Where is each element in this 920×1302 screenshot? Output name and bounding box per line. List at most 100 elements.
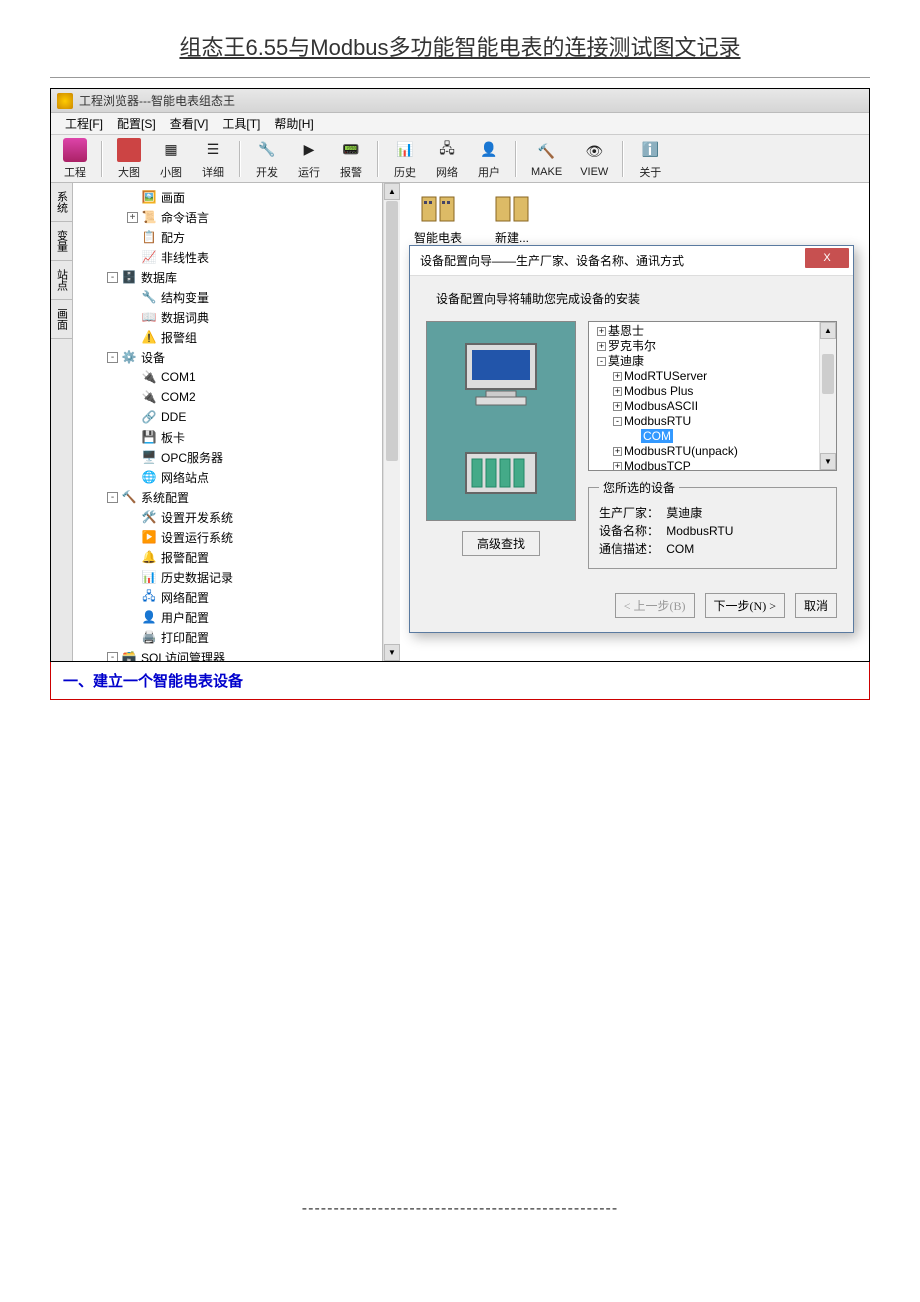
tree-item[interactable]: ⚠️报警组 — [73, 327, 382, 347]
tree-toggle-icon[interactable]: + — [613, 402, 622, 411]
tree-item[interactable]: 🖼️画面 — [73, 187, 382, 207]
vtab-system[interactable]: 系统 — [51, 183, 72, 222]
tree-item[interactable]: 🔌COM2 — [73, 387, 382, 407]
tree-item[interactable]: -⚙️设备 — [73, 347, 382, 367]
tree-label: 非线性表 — [161, 249, 209, 266]
scroll-up-icon[interactable]: ▲ — [384, 183, 400, 200]
tree-item[interactable]: 🖧网络配置 — [73, 587, 382, 607]
tree-item[interactable]: -🔨系统配置 — [73, 487, 382, 507]
tree-toggle-icon[interactable]: - — [597, 357, 606, 366]
scroll-thumb[interactable] — [822, 354, 834, 394]
device-tree-item[interactable]: +ModbusRTU(unpack) — [591, 444, 817, 459]
tree-node-icon: 🗃️ — [121, 649, 137, 661]
tree-toggle-icon[interactable]: - — [107, 352, 118, 363]
scroll-thumb[interactable] — [386, 201, 398, 461]
tb-develop[interactable]: 🔧开发 — [247, 136, 287, 182]
tree-item[interactable]: 🛠️设置开发系统 — [73, 507, 382, 527]
next-button[interactable]: 下一步(N) > — [705, 593, 785, 618]
device-tree[interactable]: +基恩士+罗克韦尔-莫迪康+ModRTUServer+Modbus Plus+M… — [588, 321, 837, 471]
tb-make[interactable]: 🔨MAKE — [523, 138, 570, 180]
tree-node-icon: 🖼️ — [141, 189, 157, 205]
device-tree-item[interactable]: +ModbusTCP — [591, 459, 817, 471]
tb-user[interactable]: 👤用户 — [469, 136, 509, 182]
tree-item[interactable]: 📖数据词典 — [73, 307, 382, 327]
tb-large-icons[interactable]: 大图 — [109, 136, 149, 182]
tree-toggle-icon[interactable]: + — [597, 327, 606, 336]
tree-item[interactable]: 🖥️OPC服务器 — [73, 447, 382, 467]
scroll-up-icon[interactable]: ▲ — [820, 322, 836, 339]
titlebar: 工程浏览器---智能电表组态王 — [51, 89, 869, 113]
device-meter-icon[interactable]: 智能电表 — [414, 193, 462, 246]
tb-project[interactable]: 工程 — [55, 136, 95, 182]
tree-toggle-icon[interactable]: + — [613, 387, 622, 396]
screenshot: 工程浏览器---智能电表组态王 工程[F] 配置[S] 查看[V] 工具[T] … — [50, 88, 870, 662]
device-tree-item[interactable]: +ModRTUServer — [591, 369, 817, 384]
tree-item[interactable]: 🔗DDE — [73, 407, 382, 427]
tree-toggle-icon[interactable]: + — [613, 372, 622, 381]
tree-item[interactable]: 📋配方 — [73, 227, 382, 247]
tree-item[interactable]: 📊历史数据记录 — [73, 567, 382, 587]
dialog-titlebar[interactable]: 设备配置向导——生产厂家、设备名称、通讯方式 X — [410, 246, 853, 276]
tree-panel[interactable]: 🖼️画面+📜命令语言📋配方📈非线性表-🗄️数据库🔧结构变量📖数据词典⚠️报警组-… — [73, 183, 383, 661]
tb-about[interactable]: ℹ️关于 — [630, 136, 670, 182]
tb-small-icons[interactable]: ▦小图 — [151, 136, 191, 182]
advanced-search-button[interactable]: 高级查找 — [462, 531, 540, 556]
tree-toggle-icon[interactable]: + — [127, 212, 138, 223]
tree-item[interactable]: 🌐网络站点 — [73, 467, 382, 487]
tree-item[interactable]: 🔧结构变量 — [73, 287, 382, 307]
tb-run[interactable]: ▶运行 — [289, 136, 329, 182]
new-device-icon[interactable]: 新建... — [492, 193, 532, 246]
tree-item[interactable]: 🔌COM1 — [73, 367, 382, 387]
device-tree-item[interactable]: +Modbus Plus — [591, 384, 817, 399]
vtab-site[interactable]: 站点 — [51, 261, 72, 300]
menu-tools[interactable]: 工具[T] — [216, 113, 266, 134]
vtab-screen[interactable]: 画面 — [51, 300, 72, 339]
tree-item[interactable]: 💾板卡 — [73, 427, 382, 447]
tb-network[interactable]: 🖧网络 — [427, 136, 467, 182]
cancel-button[interactable]: 取消 — [795, 593, 837, 618]
vendor-label: 生产厂家： — [599, 506, 659, 520]
device-tree-item[interactable]: -ModbusRTU — [591, 414, 817, 429]
comm-value: COM — [666, 542, 694, 556]
tree-item[interactable]: -🗃️ SQL访问管理器 — [73, 647, 382, 661]
device-tree-item[interactable]: COM — [591, 429, 817, 444]
tree-item[interactable]: ▶️设置运行系统 — [73, 527, 382, 547]
vtab-variable[interactable]: 变量 — [51, 222, 72, 261]
device-tree-item[interactable]: +ModbusASCII — [591, 399, 817, 414]
device-tree-item[interactable]: +罗克韦尔 — [591, 339, 817, 354]
tree-node-icon: 👤 — [141, 609, 157, 625]
scroll-down-icon[interactable]: ▼ — [820, 453, 836, 470]
menu-config[interactable]: 配置[S] — [111, 113, 162, 134]
tb-view[interactable]: 👁VIEW — [572, 138, 616, 180]
tree-item[interactable]: 📈非线性表 — [73, 247, 382, 267]
close-button[interactable]: X — [805, 248, 849, 268]
tree-item[interactable]: +📜命令语言 — [73, 207, 382, 227]
tb-history[interactable]: 📊历史 — [385, 136, 425, 182]
tree-toggle-icon[interactable]: + — [613, 462, 622, 471]
tree-item[interactable]: 👤用户配置 — [73, 607, 382, 627]
tree-toggle-icon[interactable]: + — [613, 447, 622, 456]
menu-view[interactable]: 查看[V] — [164, 113, 215, 134]
tb-alarm[interactable]: 📟报警 — [331, 136, 371, 182]
scroll-down-icon[interactable]: ▼ — [384, 644, 400, 661]
device-tree-item[interactable]: -莫迪康 — [591, 354, 817, 369]
tree-label: SQL访问管理器 — [141, 649, 225, 662]
app-icon — [57, 93, 73, 109]
tree-item[interactable]: 🖨️打印配置 — [73, 627, 382, 647]
tree-item[interactable]: -🗄️数据库 — [73, 267, 382, 287]
tree-toggle-icon[interactable]: - — [613, 417, 622, 426]
tree-item[interactable]: 🔔报警配置 — [73, 547, 382, 567]
tree-node-icon: 📖 — [141, 309, 157, 325]
tree-toggle-icon[interactable]: + — [597, 342, 606, 351]
tree-toggle-icon[interactable]: - — [107, 272, 118, 283]
device-tree-item[interactable]: +基恩士 — [591, 324, 817, 339]
menu-help[interactable]: 帮助[H] — [268, 113, 319, 134]
tb-details[interactable]: ☰详细 — [193, 136, 233, 182]
dialog-title: 设备配置向导——生产厂家、设备名称、通讯方式 — [420, 252, 684, 269]
tree-toggle-icon[interactable]: - — [107, 492, 118, 503]
device-tree-scrollbar[interactable]: ▲ ▼ — [819, 322, 836, 470]
tree-scrollbar[interactable]: ▲ ▼ — [383, 183, 400, 661]
devname-label: 设备名称： — [599, 524, 659, 538]
tree-toggle-icon[interactable]: - — [107, 652, 118, 662]
menu-project[interactable]: 工程[F] — [59, 113, 109, 134]
